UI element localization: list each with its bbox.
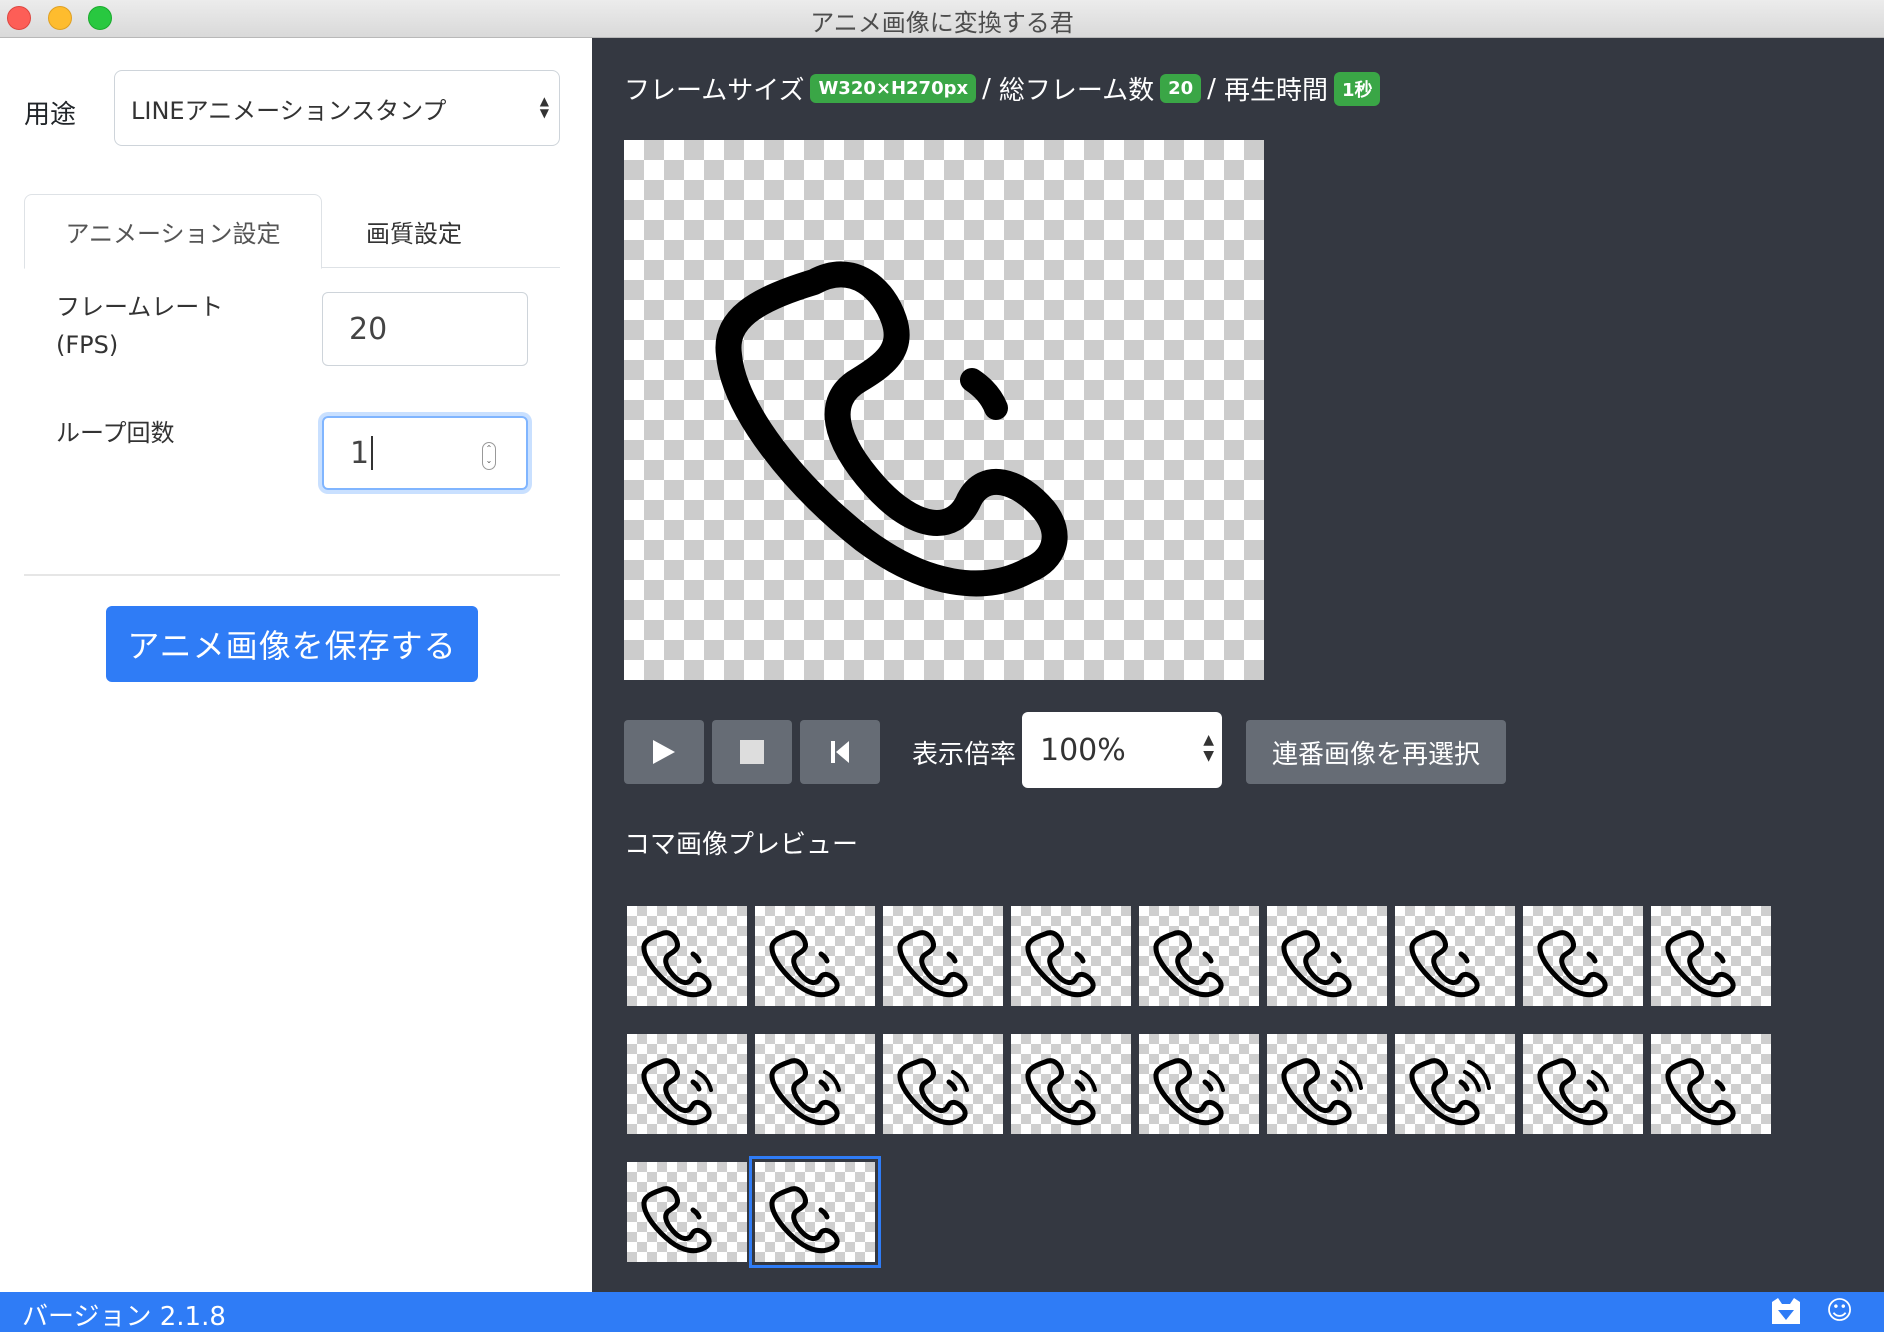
rewind-button[interactable] bbox=[800, 720, 880, 784]
frame-thumbnail[interactable] bbox=[627, 1034, 747, 1134]
frame-thumbnail[interactable] bbox=[1651, 1034, 1771, 1134]
phone-icon bbox=[1665, 930, 1736, 998]
phone-icon bbox=[769, 930, 840, 998]
animation-preview bbox=[624, 140, 1264, 680]
fps-input-value: 20 bbox=[349, 311, 388, 347]
scale-select-value: 100% bbox=[1040, 732, 1126, 768]
phone-icon bbox=[769, 1058, 841, 1126]
frame-thumbnail[interactable] bbox=[1011, 906, 1131, 1006]
phone-icon bbox=[897, 930, 968, 998]
frame-thumbnail[interactable] bbox=[1011, 1034, 1131, 1134]
version-text: バージョン 2.1.8 bbox=[22, 1302, 226, 1332]
phone-icon bbox=[1025, 1058, 1097, 1126]
frame-thumbnail[interactable] bbox=[1267, 906, 1387, 1006]
separator: / bbox=[1207, 73, 1216, 104]
frame-size-badge: W320×H270px bbox=[810, 74, 977, 103]
settings-tabs: アニメーション設定 画質設定 bbox=[24, 194, 560, 269]
phone-icon bbox=[641, 930, 712, 998]
usage-select-value: LINEアニメーションスタンプ bbox=[131, 96, 447, 125]
phone-icon bbox=[1409, 930, 1480, 998]
phone-icon bbox=[1537, 930, 1608, 998]
phone-icon bbox=[1665, 1058, 1736, 1126]
total-frames-badge: 20 bbox=[1160, 74, 1202, 103]
select-arrows-icon: ▲ ▼ bbox=[539, 94, 549, 120]
phone-icon bbox=[897, 1058, 969, 1126]
usage-select[interactable]: LINEアニメーションスタンプ ▲ ▼ bbox=[114, 70, 560, 146]
frame-thumbnail[interactable] bbox=[1523, 1034, 1643, 1134]
frame-size-label: フレームサイズ bbox=[624, 76, 805, 106]
tab-quality-settings[interactable]: 画質設定 bbox=[322, 194, 506, 268]
total-frames-label: 総フレーム数 bbox=[998, 76, 1155, 106]
window-title: アニメ画像に変換する君 bbox=[810, 9, 1074, 37]
spinner-icon[interactable]: ⌃ ⌄ bbox=[482, 442, 496, 470]
frame-thumbnail[interactable] bbox=[883, 906, 1003, 1006]
usage-label: 用途 bbox=[24, 100, 77, 130]
frame-preview-heading: コマ画像プレビュー bbox=[624, 830, 859, 860]
frame-thumbnail[interactable] bbox=[1267, 1034, 1387, 1134]
frame-thumbnail[interactable] bbox=[1395, 1034, 1515, 1134]
phone-icon bbox=[715, 261, 1068, 597]
phone-icon bbox=[641, 1058, 713, 1126]
frame-info-bar: フレームサイズ W320×H270px / 総フレーム数 20 / 再生時間 1… bbox=[624, 70, 1386, 107]
settings-panel: 用途 LINEアニメーションスタンプ ▲ ▼ アニメーション設定 画質設定 フレー… bbox=[0, 38, 592, 1292]
frame-thumbnail[interactable] bbox=[755, 1034, 875, 1134]
smiley-icon[interactable]: ☺ bbox=[1826, 1296, 1853, 1326]
phone-icon bbox=[1281, 930, 1352, 998]
loop-count-value: 1 bbox=[350, 435, 370, 471]
reselect-images-button[interactable]: 連番画像を再選択 bbox=[1246, 720, 1506, 784]
phone-icon bbox=[641, 1186, 712, 1254]
fps-label-line1: フレームレート bbox=[56, 293, 224, 321]
phone-icon bbox=[1153, 930, 1224, 998]
frame-thumbnail[interactable] bbox=[1139, 1034, 1259, 1134]
loop-count-input[interactable]: 1 ⌃ ⌄ bbox=[322, 416, 528, 490]
play-icon bbox=[653, 740, 675, 764]
frame-thumbnail[interactable] bbox=[749, 1156, 881, 1268]
stop-icon bbox=[740, 740, 764, 764]
frame-thumbnail[interactable] bbox=[1139, 906, 1259, 1006]
cat-logo-icon[interactable] bbox=[1770, 1296, 1802, 1333]
title-bar: アニメ画像に変換する君 bbox=[0, 0, 1884, 38]
duration-badge: 1秒 bbox=[1333, 71, 1381, 106]
frame-thumbnail[interactable] bbox=[883, 1034, 1003, 1134]
phone-icon bbox=[1281, 1058, 1363, 1126]
text-caret bbox=[371, 436, 374, 470]
select-arrows-icon: ▲ ▼ bbox=[1203, 732, 1214, 764]
frame-thumbnail[interactable] bbox=[1523, 906, 1643, 1006]
loop-count-label: ループ回数 bbox=[56, 419, 175, 447]
phone-icon bbox=[1537, 1058, 1609, 1126]
phone-icon bbox=[1025, 930, 1096, 998]
preview-panel: フレームサイズ W320×H270px / 総フレーム数 20 / 再生時間 1… bbox=[592, 38, 1884, 1292]
fps-label: フレームレート (FPS) bbox=[56, 288, 223, 364]
tab-animation-settings[interactable]: アニメーション設定 bbox=[24, 194, 322, 269]
scale-label: 表示倍率 bbox=[912, 740, 1017, 770]
separator: / bbox=[982, 73, 991, 104]
duration-label: 再生時間 bbox=[1223, 76, 1328, 106]
skip-to-start-icon bbox=[831, 741, 849, 763]
stop-button[interactable] bbox=[712, 720, 792, 784]
play-button[interactable] bbox=[624, 720, 704, 784]
frame-thumbnail[interactable] bbox=[755, 906, 875, 1006]
frame-thumbnail[interactable] bbox=[627, 1162, 747, 1262]
phone-icon bbox=[769, 1186, 840, 1254]
status-bar: バージョン 2.1.8 ☺ bbox=[0, 1292, 1884, 1332]
divider bbox=[24, 574, 560, 576]
fps-label-line2: (FPS) bbox=[56, 331, 119, 359]
frame-thumbnail[interactable] bbox=[1395, 906, 1515, 1006]
frame-thumbnail[interactable] bbox=[1651, 906, 1771, 1006]
frame-thumbnail[interactable] bbox=[627, 906, 747, 1006]
save-animation-button[interactable]: アニメ画像を保存する bbox=[106, 606, 478, 682]
phone-icon bbox=[1153, 1058, 1225, 1126]
scale-select[interactable]: 100% ▲ ▼ bbox=[1022, 712, 1222, 788]
phone-icon bbox=[1409, 1058, 1491, 1126]
fps-input[interactable]: 20 bbox=[322, 292, 528, 366]
